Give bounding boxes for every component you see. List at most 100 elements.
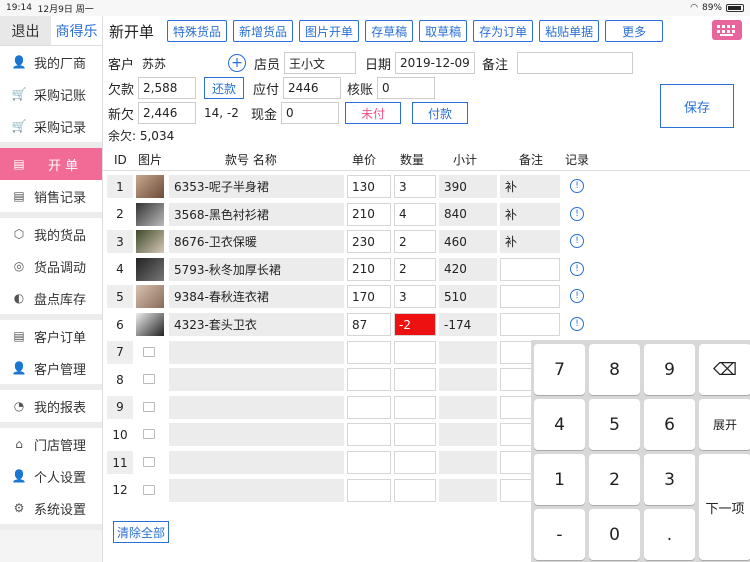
qty-cell[interactable] (394, 340, 436, 364)
qty-cell[interactable]: 3 (394, 285, 436, 309)
note-cell[interactable]: 补 (500, 202, 560, 226)
toolbar-button-3[interactable]: 存草稿 (365, 20, 414, 42)
note-cell[interactable] (500, 257, 560, 281)
pay-button[interactable]: 付款 (412, 102, 469, 124)
note-cell[interactable]: 补 (500, 175, 560, 198)
sidebar-item-sales-record[interactable]: ▤ 销售记录 (0, 180, 102, 212)
keyboard-icon[interactable] (712, 20, 742, 40)
image-placeholder-icon[interactable] (143, 346, 155, 357)
price-cell[interactable] (347, 451, 391, 474)
toolbar-button-5[interactable]: 存为订单 (473, 20, 534, 42)
exit-button[interactable]: 退出 (0, 16, 51, 45)
toolbar-button-0[interactable]: 特殊货品 (167, 20, 228, 42)
product-code-cell[interactable] (169, 395, 344, 419)
note-cell[interactable]: 补 (500, 230, 560, 254)
product-code-cell[interactable]: 8676-卫衣保暖 (169, 230, 344, 254)
key-4[interactable]: 5 (589, 399, 640, 450)
product-code-cell[interactable]: 3568-黑色衬衫裙 (169, 202, 344, 226)
product-code-cell[interactable]: 6353-呢子半身裙 (169, 175, 344, 198)
record-info-icon[interactable]: ! (570, 206, 584, 221)
verify-field[interactable]: 0 (377, 77, 436, 99)
sidebar-item-purchase-ledger[interactable]: 🛒 采购记账 (0, 78, 102, 110)
qty-cell[interactable]: -2 (394, 313, 436, 336)
key-10[interactable]: 0 (589, 509, 640, 560)
key-6[interactable]: 1 (534, 454, 585, 505)
note-cell[interactable] (500, 285, 560, 309)
key-9[interactable]: - (534, 509, 585, 560)
key-2[interactable]: 9 (644, 344, 695, 395)
key-11[interactable]: . (644, 509, 695, 560)
product-thumbnail[interactable] (136, 257, 164, 281)
image-placeholder-icon[interactable] (143, 374, 155, 385)
product-thumbnail[interactable] (136, 313, 164, 336)
product-code-cell[interactable] (169, 340, 344, 364)
note-field[interactable] (517, 52, 634, 74)
sidebar-item-customer-manage[interactable]: 👤 客户管理 (0, 352, 102, 384)
price-cell[interactable]: 130 (347, 175, 391, 198)
qty-cell[interactable]: 2 (394, 257, 436, 281)
product-code-cell[interactable] (169, 451, 344, 474)
record-info-icon[interactable]: ! (570, 234, 584, 249)
qty-cell[interactable] (394, 368, 436, 392)
toolbar-button-4[interactable]: 取草稿 (419, 20, 468, 42)
key-1[interactable]: 8 (589, 344, 640, 395)
image-placeholder-icon[interactable] (143, 429, 155, 440)
save-button[interactable]: 保存 (660, 84, 734, 128)
sidebar-item-personal-settings[interactable]: 👤 个人设置 (0, 460, 102, 492)
toolbar-button-7[interactable]: 更多 (605, 20, 664, 42)
sidebar-item-stock-check[interactable]: ◐ 盘点库存 (0, 282, 102, 314)
qty-cell[interactable] (394, 451, 436, 474)
clerk-field[interactable]: 王小文 (284, 52, 357, 74)
product-thumbnail[interactable] (136, 230, 164, 254)
toolbar-button-6[interactable]: 粘贴单据 (539, 20, 600, 42)
image-placeholder-icon[interactable] (143, 484, 155, 495)
product-code-cell[interactable] (169, 423, 344, 447)
key-8[interactable]: 3 (644, 454, 695, 505)
price-cell[interactable] (347, 368, 391, 392)
record-info-icon[interactable]: ! (570, 179, 584, 193)
sidebar-item-customer-order[interactable]: ▤ 客户订单 (0, 320, 102, 352)
product-code-cell[interactable]: 5793-秋冬加厚长裙 (169, 257, 344, 281)
record-info-icon[interactable]: ! (570, 317, 584, 331)
sidebar-item-store-manage[interactable]: ⌂ 门店管理 (0, 428, 102, 460)
price-cell[interactable]: 210 (347, 257, 391, 281)
price-cell[interactable] (347, 395, 391, 419)
clear-all-button[interactable]: 清除全部 (113, 521, 170, 543)
toolbar-button-1[interactable]: 新增货品 (233, 20, 294, 42)
price-cell[interactable]: 87 (347, 313, 391, 336)
date-field[interactable]: 2019-12-09 (395, 52, 476, 74)
qty-cell[interactable]: 4 (394, 202, 436, 226)
price-cell[interactable] (347, 478, 391, 502)
add-customer-icon[interactable]: + (228, 54, 247, 72)
expand-key[interactable]: 展开 (699, 399, 750, 450)
image-placeholder-icon[interactable] (143, 457, 155, 467)
price-cell[interactable]: 170 (347, 285, 391, 309)
product-code-cell[interactable] (169, 478, 344, 502)
record-info-icon[interactable]: ! (570, 261, 584, 276)
product-code-cell[interactable] (169, 368, 344, 392)
customer-field[interactable]: 苏苏 (138, 52, 227, 74)
key-3[interactable]: 4 (534, 399, 585, 450)
key-0[interactable]: 7 (534, 344, 585, 395)
qty-cell[interactable] (394, 478, 436, 502)
toolbar-button-2[interactable]: 图片开单 (299, 20, 360, 42)
price-cell[interactable]: 210 (347, 202, 391, 226)
key-5[interactable]: 6 (644, 399, 695, 450)
repay-button[interactable]: 还款 (204, 77, 245, 99)
next-item-key[interactable]: 下一项 (699, 454, 750, 560)
product-code-cell[interactable]: 4323-套头卫衣 (169, 313, 344, 336)
qty-cell[interactable]: 3 (394, 175, 436, 198)
qty-cell[interactable] (394, 423, 436, 447)
sidebar-item-my-goods[interactable]: ⬡ 我的货品 (0, 218, 102, 250)
sidebar-item-billing[interactable]: ▤ 开 单 (0, 148, 102, 180)
product-thumbnail[interactable] (136, 175, 164, 198)
image-placeholder-icon[interactable] (143, 401, 155, 412)
sidebar-item-my-report[interactable]: ◔ 我的报表 (0, 390, 102, 422)
key-7[interactable]: 2 (589, 454, 640, 505)
sidebar-item-system-settings[interactable]: ⚙ 系统设置 (0, 492, 102, 524)
cash-field[interactable]: 0 (281, 102, 340, 124)
note-cell[interactable] (500, 313, 560, 336)
record-info-icon[interactable]: ! (570, 289, 584, 304)
product-thumbnail[interactable] (136, 285, 164, 309)
qty-cell[interactable]: 2 (394, 230, 436, 254)
